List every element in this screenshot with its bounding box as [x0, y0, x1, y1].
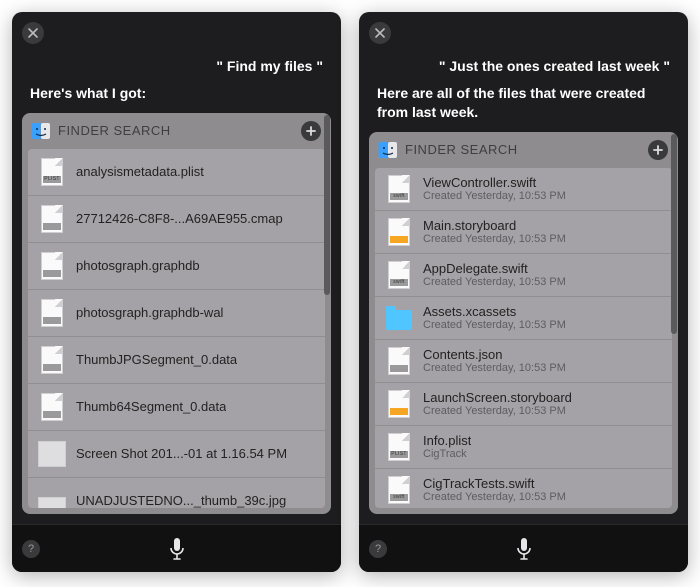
file-row[interactable]: Thumb64Segment_0.data: [28, 384, 325, 431]
file-row[interactable]: swift AppDelegate.swiftCreated Yesterday,…: [375, 254, 672, 297]
siri-query: " Just the ones created last week ": [359, 46, 688, 82]
file-name: 27712426-C8F8-...A69AE955.cmap: [76, 211, 283, 226]
file-name: photosgraph.graphdb: [76, 258, 200, 273]
file-name: Screen Shot 201...-01 at 1.16.54 PM: [76, 446, 287, 461]
mic-button[interactable]: [164, 536, 190, 562]
file-subtitle: Created Yesterday, 10:53 PM: [423, 276, 566, 288]
doc-file-icon: [38, 392, 66, 422]
siri-query: " Find my files ": [12, 46, 341, 82]
doc-file-icon: [38, 251, 66, 281]
doc-file-icon: [38, 345, 66, 375]
file-subtitle: CigTrack: [423, 448, 471, 460]
close-button[interactable]: [369, 22, 391, 44]
file-row[interactable]: Screen Shot 201...-01 at 1.16.54 PM: [28, 431, 325, 478]
file-name: Info.plist: [423, 433, 471, 448]
swift-file-icon: swift: [385, 475, 413, 505]
siri-panel: " Just the ones created last week "Here …: [359, 12, 688, 572]
file-name: ThumbJPGSegment_0.data: [76, 352, 237, 367]
file-name: ViewController.swift: [423, 175, 566, 190]
file-subtitle: Created Yesterday, 10:53 PM: [423, 491, 566, 503]
add-results-button[interactable]: [648, 140, 668, 160]
file-name: LaunchScreen.storyboard: [423, 390, 572, 405]
file-name: Assets.xcassets: [423, 304, 566, 319]
finder-results-card: FINDER SEARCH PLIST analysismetadata.plist…: [22, 113, 331, 514]
file-row[interactable]: Contents.jsonCreated Yesterday, 10:53 PM: [375, 340, 672, 383]
doc-file-icon: [38, 298, 66, 328]
siri-bottom-bar: ?: [12, 524, 341, 572]
file-list[interactable]: swiftViewController.swiftCreated Yesterd…: [375, 168, 672, 508]
file-name: UNADJUSTEDNO..._thumb_39c.jpg: [76, 493, 286, 508]
doc-file-icon: [38, 204, 66, 234]
swift-file-icon: swift: [385, 260, 413, 290]
plist-file-icon: PLIST: [385, 432, 413, 462]
file-row[interactable]: ThumbJPGSegment_0.data: [28, 337, 325, 384]
finder-label: FINDER SEARCH: [405, 142, 518, 157]
file-row[interactable]: photosgraph.graphdb: [28, 243, 325, 290]
help-button[interactable]: ?: [22, 540, 40, 558]
file-row[interactable]: UNADJUSTEDNO..._thumb_39c.jpg: [28, 478, 325, 508]
file-name: Thumb64Segment_0.data: [76, 399, 226, 414]
file-name: Main.storyboard: [423, 218, 566, 233]
file-row[interactable]: photosgraph.graphdb-wal: [28, 290, 325, 337]
file-subtitle: Created Yesterday, 10:53 PM: [423, 319, 566, 331]
folder-icon: [385, 303, 413, 333]
file-row[interactable]: swift ViewController.swiftCreated Yesterd…: [375, 168, 672, 211]
file-name: Contents.json: [423, 347, 566, 362]
story-file-icon: [385, 217, 413, 247]
file-subtitle: Created Yesterday, 10:53 PM: [423, 405, 572, 417]
siri-panel: " Find my files "Here's what I got:FINDE…: [12, 12, 341, 572]
file-name: analysismetadata.plist: [76, 164, 204, 179]
plist-file-icon: PLIST: [38, 157, 66, 187]
image-thumb-icon: [38, 486, 66, 508]
file-list[interactable]: PLIST analysismetadata.plist 27712426-C8F8…: [28, 149, 325, 508]
file-subtitle: Created Yesterday, 10:53 PM: [423, 233, 566, 245]
file-name: CigTrackTests.swift: [423, 476, 566, 491]
file-row[interactable]: PLIST Info.plistCigTrack: [375, 426, 672, 469]
siri-bottom-bar: ?: [359, 524, 688, 572]
finder-icon: [32, 122, 50, 140]
finder-label: FINDER SEARCH: [58, 123, 171, 138]
story-file-icon: [385, 389, 413, 419]
scrollbar-thumb[interactable]: [324, 115, 330, 295]
file-name: photosgraph.graphdb-wal: [76, 305, 223, 320]
file-row[interactable]: Assets.xcassetsCreated Yesterday, 10:53 …: [375, 297, 672, 340]
help-button[interactable]: ?: [369, 540, 387, 558]
image-thumb-icon: [38, 439, 66, 469]
file-subtitle: Created Yesterday, 10:53 PM: [423, 362, 566, 374]
file-row[interactable]: PLIST analysismetadata.plist: [28, 149, 325, 196]
file-subtitle: Created Yesterday, 10:53 PM: [423, 190, 566, 202]
file-name: AppDelegate.swift: [423, 261, 566, 276]
finder-results-card: FINDER SEARCHswiftViewController.swiftCr…: [369, 132, 678, 514]
doc-file-icon: [385, 346, 413, 376]
file-row[interactable]: LaunchScreen.storyboardCreated Yesterday…: [375, 383, 672, 426]
scrollbar-thumb[interactable]: [671, 134, 677, 334]
finder-icon: [379, 141, 397, 159]
close-button[interactable]: [22, 22, 44, 44]
add-results-button[interactable]: [301, 121, 321, 141]
swift-file-icon: swift: [385, 174, 413, 204]
siri-response: Here are all of the files that were crea…: [359, 82, 688, 132]
file-row[interactable]: 27712426-C8F8-...A69AE955.cmap: [28, 196, 325, 243]
file-row[interactable]: swift CigTrackTests.swiftCreated Yesterda…: [375, 469, 672, 508]
file-row[interactable]: Main.storyboardCreated Yesterday, 10:53 …: [375, 211, 672, 254]
siri-response: Here's what I got:: [12, 82, 341, 113]
mic-button[interactable]: [511, 536, 537, 562]
